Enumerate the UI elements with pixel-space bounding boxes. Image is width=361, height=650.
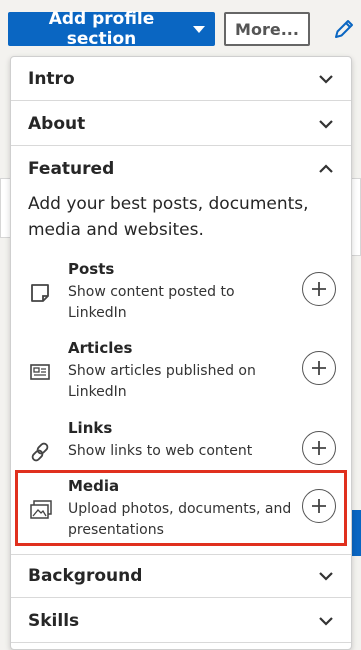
plus-icon xyxy=(312,282,326,296)
chevron-down-icon xyxy=(319,119,333,129)
profile-toolbar: Add profile section More... xyxy=(0,0,361,56)
section-intro-title: Intro xyxy=(28,68,75,89)
featured-item-title: Articles xyxy=(68,339,133,357)
featured-description: Add your best posts, documents, media an… xyxy=(28,194,309,240)
section-skills[interactable]: Skills xyxy=(11,599,351,643)
section-intro[interactable]: Intro xyxy=(11,57,351,101)
media-highlight-box xyxy=(15,470,347,546)
plus-icon xyxy=(312,361,326,375)
featured-item-title: Posts xyxy=(68,260,115,278)
link-icon xyxy=(31,442,49,462)
post-icon xyxy=(31,284,49,302)
chevron-down-icon xyxy=(319,74,333,84)
add-posts-button[interactable] xyxy=(302,272,336,306)
featured-item-description: Show content posted to LinkedIn xyxy=(68,284,235,321)
more-button[interactable]: More... xyxy=(224,12,310,46)
featured-item-title: Links xyxy=(68,419,113,437)
add-links-button[interactable] xyxy=(302,431,336,465)
background-button xyxy=(352,510,361,556)
featured-item-description: Show links to web content xyxy=(68,443,253,459)
section-featured[interactable]: Featured xyxy=(11,147,351,191)
add-section-dropdown: Intro About Featured Add your best posts… xyxy=(10,56,352,650)
featured-item-articles: Articles Show articles published on Link… xyxy=(11,339,351,415)
section-about[interactable]: About xyxy=(11,102,351,146)
chevron-up-icon xyxy=(319,164,333,173)
pencil-icon[interactable] xyxy=(332,17,356,41)
section-featured-title: Featured xyxy=(28,159,115,179)
section-skills-title: Skills xyxy=(28,610,80,631)
chevron-down-icon xyxy=(319,572,333,581)
featured-item-posts: Posts Show content posted to LinkedIn xyxy=(11,260,351,336)
plus-icon xyxy=(312,441,326,455)
caret-down-icon xyxy=(193,25,205,33)
article-icon xyxy=(30,364,50,380)
chevron-down-icon xyxy=(319,616,333,626)
section-background-title: Background xyxy=(28,566,143,586)
add-profile-section-label: Add profile section xyxy=(48,9,155,49)
section-background[interactable]: Background xyxy=(11,554,351,598)
section-about-title: About xyxy=(28,113,86,134)
add-articles-button[interactable] xyxy=(302,351,336,385)
featured-item-description: Show articles published on LinkedIn xyxy=(68,363,256,400)
add-profile-section-button[interactable]: Add profile section xyxy=(8,9,215,49)
